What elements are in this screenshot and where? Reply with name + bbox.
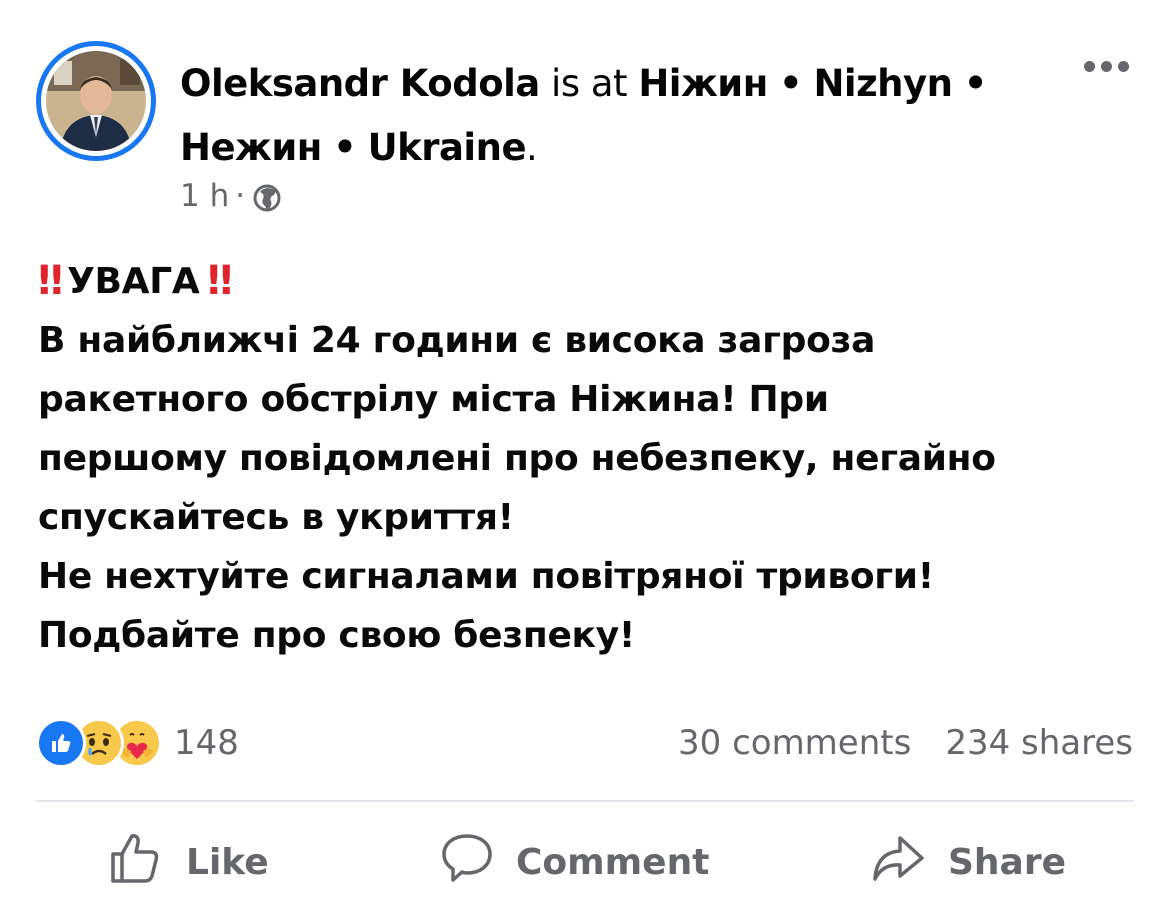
post-text-line: Не нехтуйте сигналами повітряної тривоги… bbox=[38, 556, 934, 597]
engagement-counts: 30 comments 234 shares bbox=[678, 720, 1133, 766]
meta-dot: · bbox=[235, 178, 246, 214]
speech-bubble-icon bbox=[440, 831, 494, 894]
divider bbox=[36, 800, 1134, 802]
location-separator: • bbox=[333, 126, 357, 169]
like-label: Like bbox=[186, 841, 269, 883]
alert-word: УВАГА bbox=[67, 261, 200, 302]
like-reaction-icon bbox=[36, 718, 86, 768]
location-separator: • bbox=[779, 62, 803, 105]
share-button[interactable]: Share bbox=[870, 834, 1066, 890]
like-button[interactable]: Like bbox=[108, 833, 269, 890]
thumbs-up-icon bbox=[108, 830, 164, 895]
location-link-1[interactable]: Ніжин bbox=[638, 62, 768, 105]
double-exclamation-icon: ‼ bbox=[38, 258, 63, 304]
post-header: Oleksandr Kodola is at Ніжин • Nizhyn • … bbox=[180, 52, 1000, 180]
post-text-line: В найближчі 24 години є висока загроза bbox=[38, 320, 876, 361]
more-options-icon[interactable] bbox=[1084, 56, 1136, 76]
location-separator: • bbox=[963, 62, 988, 105]
reaction-count[interactable]: 148 bbox=[174, 723, 239, 763]
globe-icon[interactable] bbox=[251, 182, 283, 214]
location-link-3[interactable]: Нежин bbox=[180, 126, 322, 169]
post-text-line: спускайтесь в укриття! bbox=[38, 497, 514, 538]
post-text-line: ракетного обстрілу міста Ніжина! При bbox=[38, 379, 829, 420]
share-label: Share bbox=[948, 841, 1067, 883]
comment-label: Comment bbox=[516, 841, 710, 883]
shares-count[interactable]: 234 shares bbox=[945, 723, 1133, 763]
double-exclamation-icon: ‼ bbox=[207, 258, 232, 304]
alert-line: ‼ УВАГА ‼ bbox=[38, 252, 1148, 311]
comment-button[interactable]: Comment bbox=[440, 833, 710, 890]
post-text-line: Подбайте про свою безпеку! bbox=[38, 615, 635, 656]
end-period: . bbox=[526, 126, 538, 169]
avatar[interactable] bbox=[36, 41, 156, 161]
share-arrow-icon bbox=[870, 830, 926, 895]
location-link-4[interactable]: Ukraine bbox=[368, 126, 527, 169]
post-text: ‼ УВАГА ‼ В найближчі 24 години є висока… bbox=[38, 252, 1148, 665]
comments-count[interactable]: 30 comments bbox=[678, 723, 911, 763]
post-text-line: першому повідомлені про небезпеку, негай… bbox=[38, 438, 996, 479]
post-meta: 1 h · bbox=[180, 178, 283, 214]
is-at-text: is at bbox=[551, 62, 628, 105]
profile-photo bbox=[46, 51, 146, 151]
reactions-summary[interactable]: 148 bbox=[36, 718, 239, 768]
author-name[interactable]: Oleksandr Kodola bbox=[180, 62, 540, 105]
post-time[interactable]: 1 h bbox=[180, 178, 229, 214]
location-link-2[interactable]: Nizhyn bbox=[813, 62, 952, 105]
